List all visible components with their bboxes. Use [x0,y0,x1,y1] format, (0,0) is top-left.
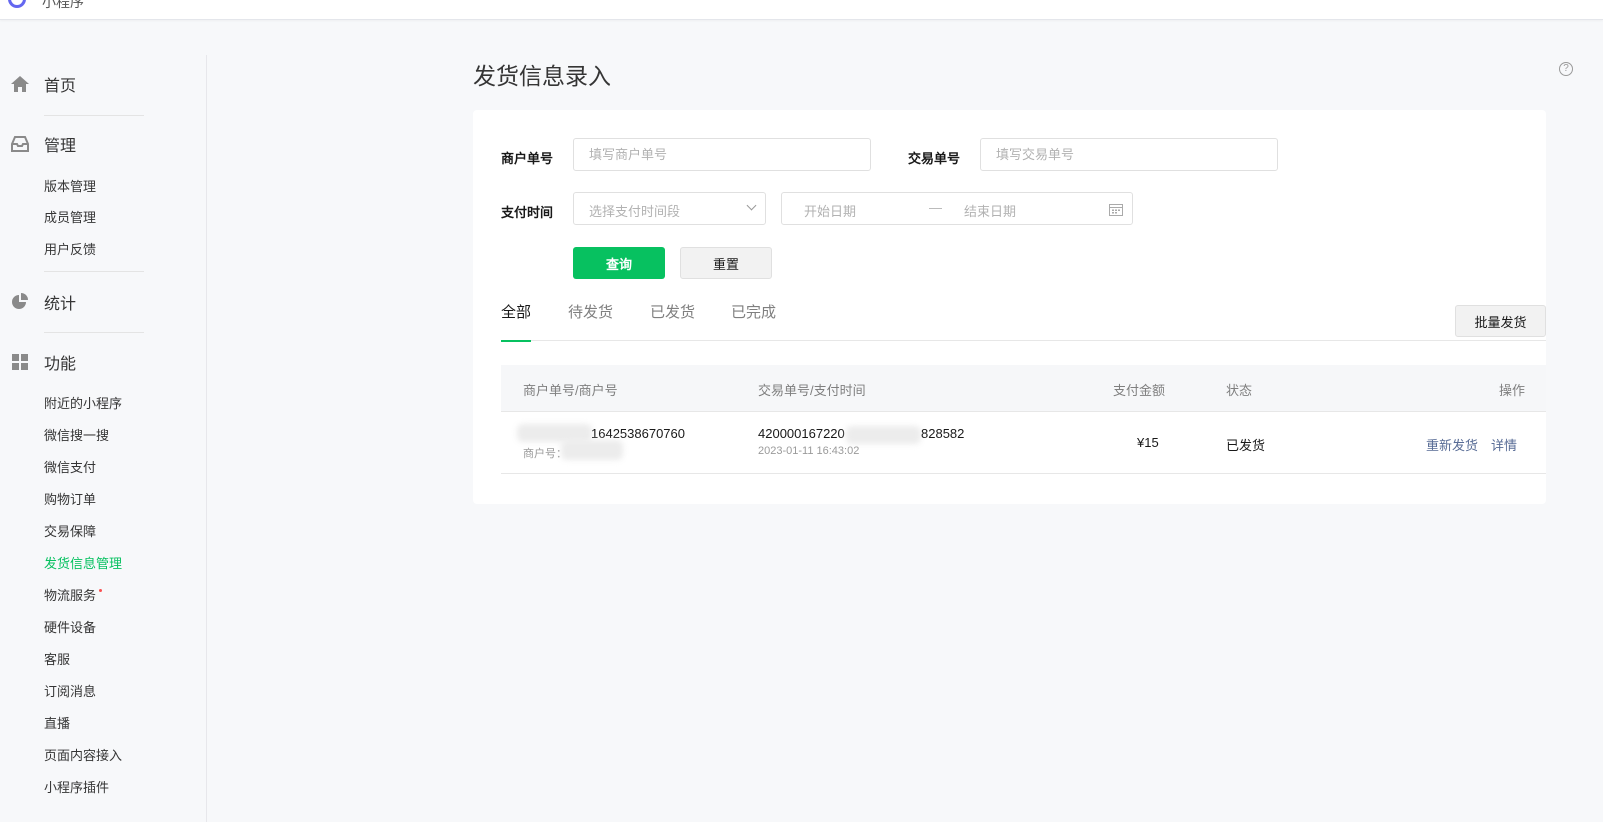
end-date-input[interactable]: 结束日期 [964,201,1016,220]
sidebar-group-label: 功能 [44,356,77,373]
column-header-trade: 交易单号/支付时间 [758,383,866,398]
sidebar-item-label: 物流服务 [44,588,97,603]
sidebar-item-guarantee[interactable]: 交易保障 [44,522,96,542]
sidebar-item-subscribe[interactable]: 订阅消息 [44,682,96,702]
sidebar-group-label: 统计 [44,296,77,313]
reship-link[interactable]: 重新发货 [1426,435,1478,454]
merchant-no-input[interactable] [573,138,871,171]
pie-chart-icon [10,292,30,312]
new-dot-icon [99,589,103,592]
reset-button[interactable]: 重置 [680,247,772,279]
sidebar: 首页 管理 版本管理 成员管理 用户反馈 统计 功能 附近的小程序 微信搜一搜 … [0,55,207,822]
brand-name: 小程序 [42,0,84,10]
column-header-amount: 支付金额 [1113,383,1166,398]
app-logo-icon[interactable] [8,0,26,8]
trade-no-prefix: 420000167220 [758,426,845,441]
sidebar-item-version[interactable]: 版本管理 [44,177,96,197]
sidebar-group-label: 管理 [44,138,77,155]
date-separator: — [929,200,942,215]
sidebar-group-stats[interactable]: 统计 [0,287,207,317]
nav-divider [44,271,144,272]
shipping-card: 商户单号 交易单号 支付时间 选择支付时间段 开始日期 — 结束日期 查询 重置… [473,110,1546,504]
chevron-down-icon [746,200,757,211]
trade-no-input[interactable] [980,138,1278,171]
calendar-icon [1109,203,1123,216]
sidebar-group-home[interactable]: 首页 [0,69,207,99]
sidebar-item-hardware[interactable]: 硬件设备 [44,618,96,638]
grid-icon [10,352,30,372]
pay-time-label: 支付时间 [501,205,554,220]
detail-link[interactable]: 详情 [1491,435,1517,454]
merchant-no: 1642538670760 [591,426,685,441]
column-header-status: 状态 [1226,383,1253,398]
redacted-block [846,426,921,444]
pay-time: 2023-01-11 16:43:02 [758,445,860,457]
sidebar-item-live[interactable]: 直播 [44,714,70,734]
sidebar-group-label: 首页 [44,78,77,95]
inbox-icon [10,134,30,154]
sidebar-group-features[interactable]: 功能 [0,347,207,377]
home-icon [10,74,30,94]
pay-time-select-placeholder: 选择支付时间段 [589,204,681,219]
sidebar-item-plugins[interactable]: 小程序插件 [44,778,109,798]
sidebar-item-page-content[interactable]: 页面内容接入 [44,746,122,766]
sidebar-item-search[interactable]: 微信搜一搜 [44,426,109,446]
page-title: 发货信息录入 [473,63,611,89]
table-header: 商户单号/商户号 交易单号/支付时间 支付金额 状态 操作 [501,365,1546,412]
sidebar-item-shipping-info[interactable]: 发货信息管理 [44,554,122,574]
status-text: 已发货 [1226,438,1266,453]
sidebar-item-feedback[interactable]: 用户反馈 [44,240,96,260]
sidebar-group-manage[interactable]: 管理 [0,129,207,159]
query-button[interactable]: 查询 [573,247,665,279]
redacted-block [561,440,623,460]
date-range-picker[interactable]: 开始日期 — 结束日期 [781,192,1133,225]
column-header-merchant: 商户单号/商户号 [523,383,618,398]
start-date-input[interactable]: 开始日期 [804,201,856,220]
tab-all[interactable]: 全部 [501,302,532,342]
merchant-no-label: 商户单号 [501,151,554,166]
tab-shipped[interactable]: 已发货 [650,302,695,341]
sidebar-item-logistics[interactable]: 物流服务 [44,586,103,606]
batch-ship-button[interactable]: 批量发货 [1455,305,1546,337]
amount: ¥15 [1137,435,1159,450]
top-bar: 小程序 [0,0,1603,20]
sidebar-item-wxpay[interactable]: 微信支付 [44,458,96,478]
help-icon[interactable]: ? [1559,62,1573,76]
status-tabs: 全部 待发货 已发货 已完成 [501,302,1546,342]
tab-completed[interactable]: 已完成 [731,302,776,341]
pay-time-select[interactable]: 选择支付时间段 [573,192,766,225]
column-header-actions: 操作 [1499,383,1526,398]
sidebar-item-orders[interactable]: 购物订单 [44,490,96,510]
sidebar-item-service[interactable]: 客服 [44,650,70,670]
table-row: 1642538670760 商户号： 420000167220 828582 2… [501,412,1546,474]
sidebar-item-members[interactable]: 成员管理 [44,208,96,228]
trade-no-label: 交易单号 [908,151,961,166]
nav-divider [44,115,144,116]
tab-pending[interactable]: 待发货 [568,302,613,341]
nav-divider [44,332,144,333]
trade-no-suffix: 828582 [921,426,965,441]
sidebar-item-nearby[interactable]: 附近的小程序 [44,394,122,414]
